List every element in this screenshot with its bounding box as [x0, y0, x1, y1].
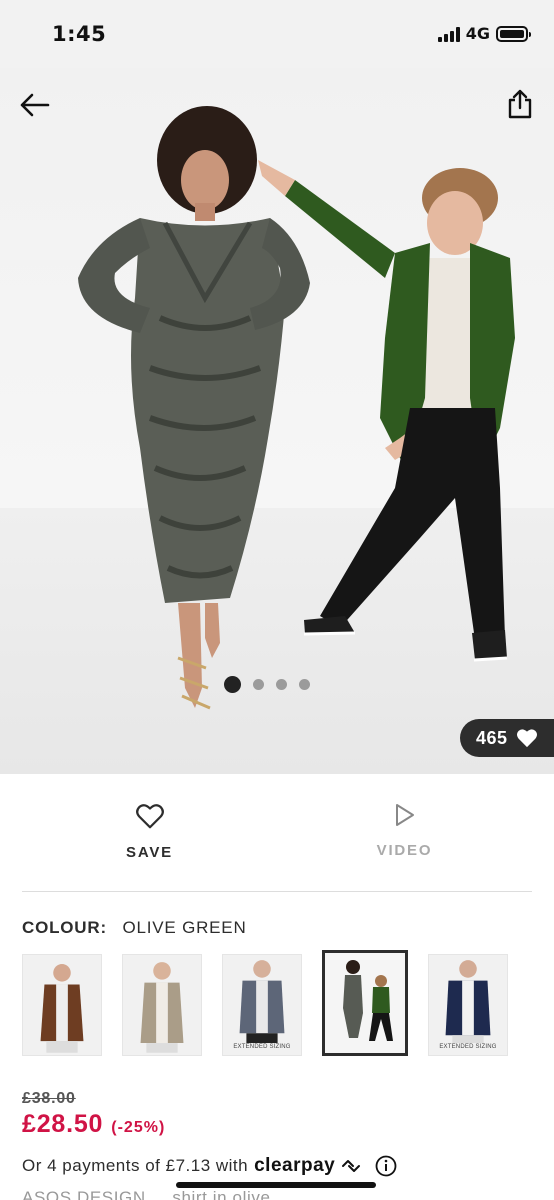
product-image-gallery[interactable]: 465 — [0, 68, 554, 774]
current-price: £28.50 — [22, 1110, 104, 1138]
info-icon[interactable] — [375, 1155, 397, 1177]
save-label: SAVE — [126, 844, 173, 861]
installments-text: Or 4 payments of £7.13 with — [22, 1156, 249, 1175]
colour-swatch-stone[interactable] — [122, 954, 202, 1056]
play-outline-icon — [395, 804, 414, 826]
arrow-left-icon[interactable] — [18, 90, 52, 120]
heart-filled-icon — [516, 729, 537, 748]
stone-shirt-thumbnail — [140, 962, 184, 1053]
discount-percent: (-25%) — [111, 1119, 166, 1136]
pager-dot[interactable] — [253, 679, 264, 690]
likes-count: 465 — [476, 727, 508, 748]
grey-shirt-thumbnail — [239, 960, 285, 1044]
colour-value: OLIVE GREEN — [122, 918, 247, 937]
status-time: 1:45 — [52, 22, 107, 46]
pager-dot[interactable] — [224, 676, 241, 693]
pager-dot[interactable] — [276, 679, 287, 690]
colour-swatch-grey[interactable]: EXTENDED SIZING — [222, 954, 302, 1056]
signal-icon — [437, 26, 460, 42]
colour-swatch-navy[interactable]: EXTENDED SIZING — [428, 954, 508, 1056]
image-pager — [224, 676, 310, 693]
network-label: 4G — [465, 24, 490, 43]
home-indicator[interactable] — [176, 1182, 376, 1188]
product-photo — [78, 106, 515, 710]
colour-swatch-brown[interactable] — [22, 954, 102, 1056]
share-icon[interactable] — [506, 88, 534, 120]
battery-icon — [496, 25, 531, 42]
olive-green-thumbnail — [343, 960, 393, 1041]
current-price-row: £28.50 (-25%) — [22, 1110, 165, 1139]
clearpay-installments: Or 4 payments of £7.13 with clearpay — [22, 1155, 397, 1177]
extended-sizing-tag: EXTENDED SIZING — [439, 1044, 497, 1050]
navy-shirt-thumbnail — [445, 960, 491, 1044]
product-title: ASOS DESIGN ... shirt in olive — [22, 1188, 271, 1200]
heart-outline-icon — [135, 804, 164, 829]
colour-selector-label: COLOUR: OLIVE GREEN — [22, 918, 247, 938]
colour-key: COLOUR: — [22, 918, 107, 937]
clearpay-arrows-icon — [342, 1160, 361, 1172]
colour-swatches: EXTENDED SIZING EXTENDED SIZING — [22, 950, 508, 1056]
likes-badge[interactable]: 465 — [460, 719, 554, 757]
video-label: VIDEO — [376, 842, 433, 859]
brown-shirt-thumbnail — [40, 964, 84, 1053]
colour-swatch-olive-green[interactable] — [322, 950, 408, 1056]
status-icons: 4G — [437, 24, 531, 43]
product-actions: SAVE VIDEO — [22, 774, 532, 892]
original-price: £38.00 — [22, 1090, 76, 1107]
status-bar: 1:45 4G — [0, 0, 554, 68]
pager-dot[interactable] — [299, 679, 310, 690]
video-button[interactable]: VIDEO — [277, 774, 532, 891]
extended-sizing-tag: EXTENDED SIZING — [233, 1044, 291, 1050]
save-button[interactable]: SAVE — [22, 774, 277, 891]
clearpay-logo: clearpay — [254, 1155, 336, 1176]
